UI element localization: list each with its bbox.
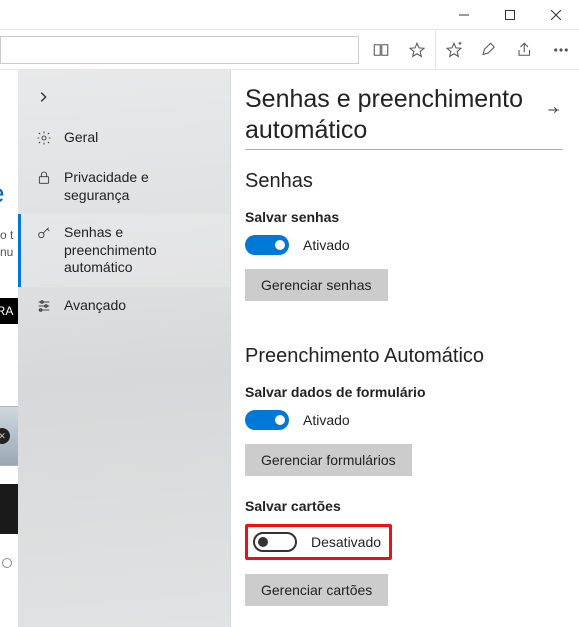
bg-image xyxy=(0,484,18,534)
highlight-annotation: Desativado xyxy=(245,524,392,560)
sidebar-item-label: Senhas e preenchimento automático xyxy=(64,224,218,277)
manage-cards-button[interactable]: Gerenciar cartões xyxy=(245,574,388,606)
pin-icon[interactable] xyxy=(545,102,561,123)
toggle-save-form-data[interactable] xyxy=(245,410,289,430)
maximize-button[interactable] xyxy=(487,0,533,30)
toggle-state-label: Ativado xyxy=(303,237,350,253)
notes-icon[interactable] xyxy=(471,30,507,70)
sidebar-item-label: Avançado xyxy=(64,297,126,315)
favorite-star-icon[interactable] xyxy=(399,30,435,70)
toggle-save-cards[interactable] xyxy=(253,532,297,552)
toggle-state-label: Ativado xyxy=(303,412,350,428)
key-icon xyxy=(36,225,52,244)
share-icon[interactable] xyxy=(507,30,543,70)
setting-label-save-form-data: Salvar dados de formulário xyxy=(245,384,563,400)
toggle-state-label: Desativado xyxy=(311,534,381,550)
sidebar-item-label: Geral xyxy=(64,129,98,147)
bg-letter: e xyxy=(0,178,4,209)
setting-label-save-cards: Salvar cartões xyxy=(245,498,563,514)
manage-forms-button[interactable]: Gerenciar formulários xyxy=(245,444,412,476)
gear-icon xyxy=(36,130,52,149)
sidebar-item-advanced[interactable]: Avançado xyxy=(18,287,230,327)
sidebar-item-label: Privacidade e segurança xyxy=(64,169,218,204)
lock-icon xyxy=(36,170,52,189)
window-titlebar xyxy=(0,0,579,30)
bg-button: RA xyxy=(0,298,18,324)
manage-passwords-button[interactable]: Gerenciar senhas xyxy=(245,269,388,301)
more-icon[interactable] xyxy=(543,30,579,70)
section-heading-autofill: Preenchimento Automático xyxy=(245,345,563,368)
background-page-strip: e o t nu RA ✕ xyxy=(0,70,18,627)
settings-sidebar: Geral Privacidade e segurança Senhas e p… xyxy=(18,70,231,627)
minimize-button[interactable] xyxy=(441,0,487,30)
browser-toolbar xyxy=(0,30,579,70)
page-title: Senhas e preenchimento automático xyxy=(245,84,563,150)
bg-text: nu xyxy=(0,245,13,259)
sidebar-item-general[interactable]: Geral xyxy=(18,119,230,159)
section-heading-passwords: Senhas xyxy=(245,170,563,193)
setting-label-save-passwords: Salvar senhas xyxy=(245,209,563,225)
add-favorite-icon[interactable] xyxy=(435,30,471,70)
back-button[interactable] xyxy=(18,86,230,119)
address-bar[interactable] xyxy=(0,36,359,64)
settings-main-panel: Senhas e preenchimento automático Senhas… xyxy=(231,70,579,627)
sliders-icon xyxy=(36,298,52,317)
toggle-save-passwords[interactable] xyxy=(245,235,289,255)
carousel-dot xyxy=(2,558,12,568)
sidebar-item-passwords-autofill[interactable]: Senhas e preenchimento automático xyxy=(18,214,230,287)
close-button[interactable] xyxy=(533,0,579,30)
bg-text: o t xyxy=(0,228,13,242)
reading-view-icon[interactable] xyxy=(363,30,399,70)
sidebar-item-privacy[interactable]: Privacidade e segurança xyxy=(18,159,230,214)
